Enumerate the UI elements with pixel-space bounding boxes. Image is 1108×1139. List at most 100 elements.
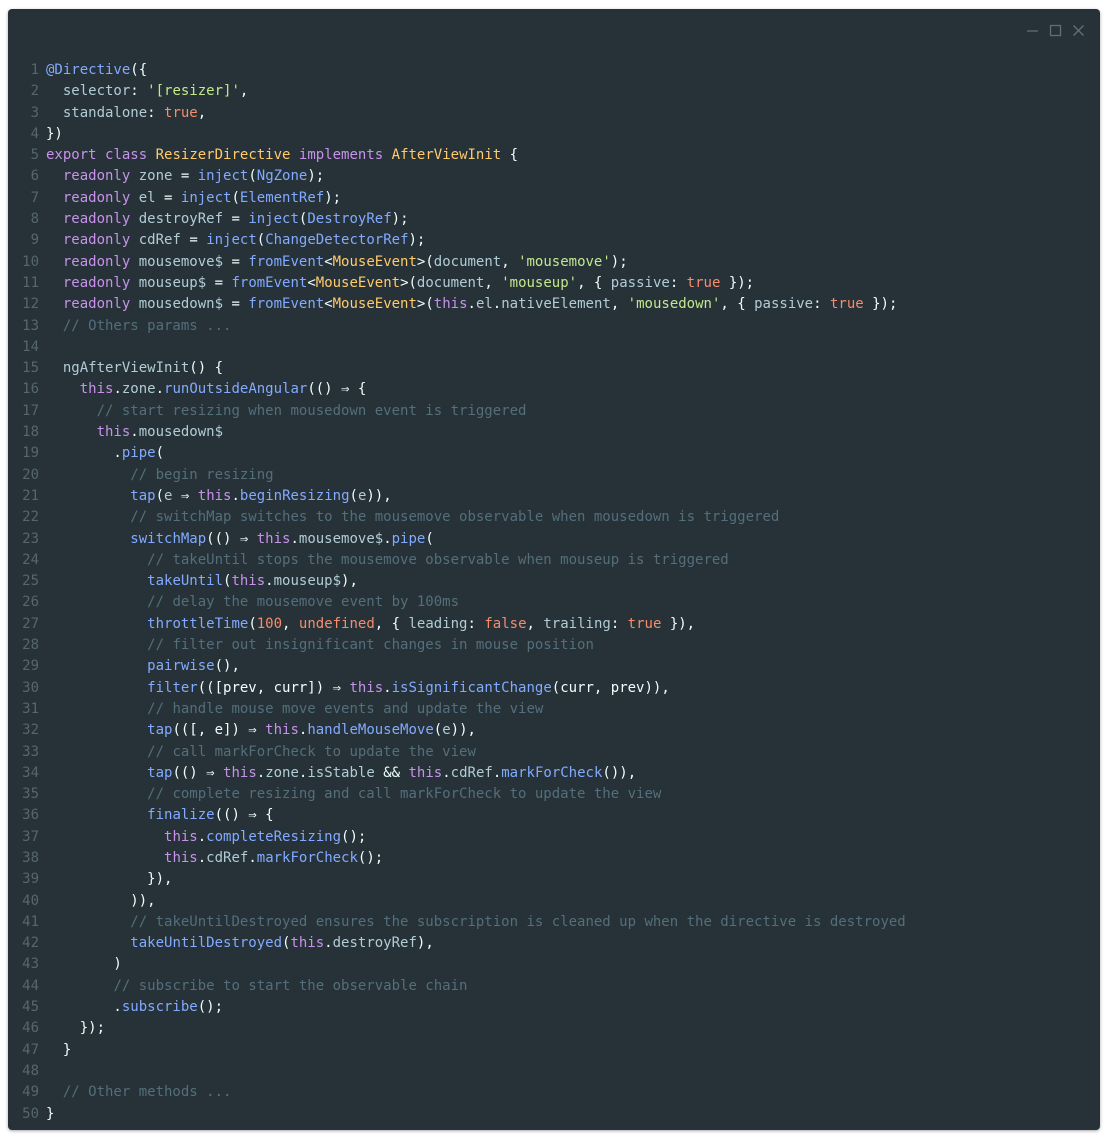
code-line: 30 filter(([prev, curr]) ⇒ this.isSignif… [8, 678, 1100, 699]
line-source: tap(([, e]) ⇒ this.handleMouseMove(e)), [46, 720, 1100, 741]
code-line: 44 // subscribe to start the observable … [8, 976, 1100, 997]
line-source: export class ResizerDirective implements… [46, 145, 1100, 166]
code-token: readonly [62, 296, 131, 313]
code-token: = [223, 211, 249, 228]
code-line: 34 tap(() ⇒ this.zone.isStable && this.c… [8, 763, 1100, 784]
line-number: 41 [22, 913, 39, 930]
line-source: readonly mousemove$ = fromEvent<MouseEve… [46, 252, 1100, 273]
line-number: 29 [22, 658, 39, 675]
code-token: = [223, 296, 249, 313]
line-source: }) [46, 124, 1100, 145]
code-token: , { [577, 274, 611, 291]
code-token: // filter out insignificant changes in m… [147, 637, 594, 654]
line-source: // switchMap switches to the mousemove o… [46, 507, 1100, 528]
code-token: destroyRef [332, 935, 417, 952]
code-token: : [669, 274, 687, 291]
line-number: 1 [30, 62, 39, 78]
code-token: }) [46, 125, 63, 142]
line-number: 44 [22, 977, 39, 994]
code-token: switchMap [130, 530, 207, 547]
minimize-icon[interactable] [1025, 23, 1040, 38]
code-token: (() ⇒ { [307, 381, 367, 398]
code-token: // takeUntil stops the mousemove observa… [147, 551, 729, 568]
line-source: // delay the mousemove event by 100ms [46, 592, 1100, 613]
code-line: 4}) [8, 124, 1100, 145]
code-line: 45 .subscribe(); [8, 997, 1100, 1018]
line-number: 3 [30, 104, 39, 121]
maximize-icon[interactable] [1048, 23, 1063, 38]
code-token: : [467, 615, 485, 632]
line-source: tap(() ⇒ this.zone.isStable && this.cdRe… [46, 763, 1100, 784]
line-number: 21 [22, 487, 39, 504]
line-source: }), [46, 869, 1100, 890]
code-token: // subscribe to start the observable cha… [113, 977, 468, 994]
code-line: 49 // Other methods ... [8, 1082, 1100, 1103]
code-line: 36 finalize(() ⇒ { [8, 805, 1100, 826]
code-token: , { [374, 615, 409, 632]
line-number: 43 [22, 956, 39, 973]
code-token: : [147, 104, 165, 121]
code-token: , [197, 104, 207, 121]
code-token: mousedown$ [138, 424, 224, 441]
line-number: 2 [30, 83, 39, 100]
code-token: this [197, 487, 232, 504]
code-token: pipe [391, 530, 426, 547]
line-source: this.zone.runOutsideAngular(() ⇒ { [46, 379, 1100, 400]
code-token: . [197, 828, 207, 845]
line-number: 42 [22, 935, 39, 952]
code-token: }), [661, 615, 696, 632]
code-token: ); [610, 253, 628, 270]
code-token: isSignificantChange [391, 679, 552, 696]
line-number: 15 [22, 360, 39, 377]
code-window: 1 @Directive({2 selector: '[resizer]', 3 s… [8, 9, 1100, 1130]
code-line: 26 // delay the mousemove event by 100ms [8, 592, 1100, 613]
code-token: true [829, 296, 864, 313]
line-number: 33 [22, 743, 39, 760]
code-token: inject [206, 232, 257, 249]
code-token: fromEvent [231, 274, 308, 291]
code-token: ElementRef [239, 189, 325, 206]
line-number: 24 [22, 551, 39, 568]
line-number: 12 [22, 296, 39, 313]
code-token: MouseEvent [315, 274, 401, 291]
code-token: mouseup$ [273, 573, 342, 590]
code-line: 23 switchMap(() ⇒ this.mousemove$.pipe( [8, 529, 1100, 550]
line-number: 28 [22, 637, 39, 654]
code-token: = [223, 253, 249, 270]
code-token: ( [425, 530, 434, 547]
code-token: . [290, 530, 299, 547]
code-token: MouseEvent [332, 253, 417, 270]
code-token: MouseEvent [332, 296, 417, 313]
code-token: . [383, 679, 392, 696]
line-source [46, 1061, 1100, 1082]
code-line: 29 pairwise(), [8, 656, 1100, 677]
code-token: (([prev, curr]) ⇒ [197, 679, 350, 696]
line-source: // takeUntilDestroyed ensures the subscr… [46, 912, 1100, 933]
line-source: @Directive({ [46, 60, 1100, 81]
line-number: 23 [22, 530, 39, 547]
code-token: ()), [602, 764, 637, 781]
code-token: ResizerDirective [155, 147, 291, 164]
code-token: 'mouseup' [501, 274, 578, 291]
code-editor[interactable]: 1 @Directive({2 selector: '[resizer]', 3 s… [8, 60, 1100, 1125]
code-token: this [96, 424, 131, 441]
code-token: >( [400, 274, 417, 291]
code-token: mousemove$ [138, 253, 224, 270]
close-icon[interactable] [1071, 23, 1086, 38]
code-token: filter [147, 679, 198, 696]
code-token: , [501, 253, 519, 270]
code-token: markForCheck [256, 849, 358, 866]
code-line: 7 readonly el = inject(ElementRef); [8, 188, 1100, 209]
code-token: finalize [147, 807, 215, 824]
code-token: , [282, 615, 299, 632]
line-source: readonly destroyRef = inject(DestroyRef)… [46, 209, 1100, 230]
